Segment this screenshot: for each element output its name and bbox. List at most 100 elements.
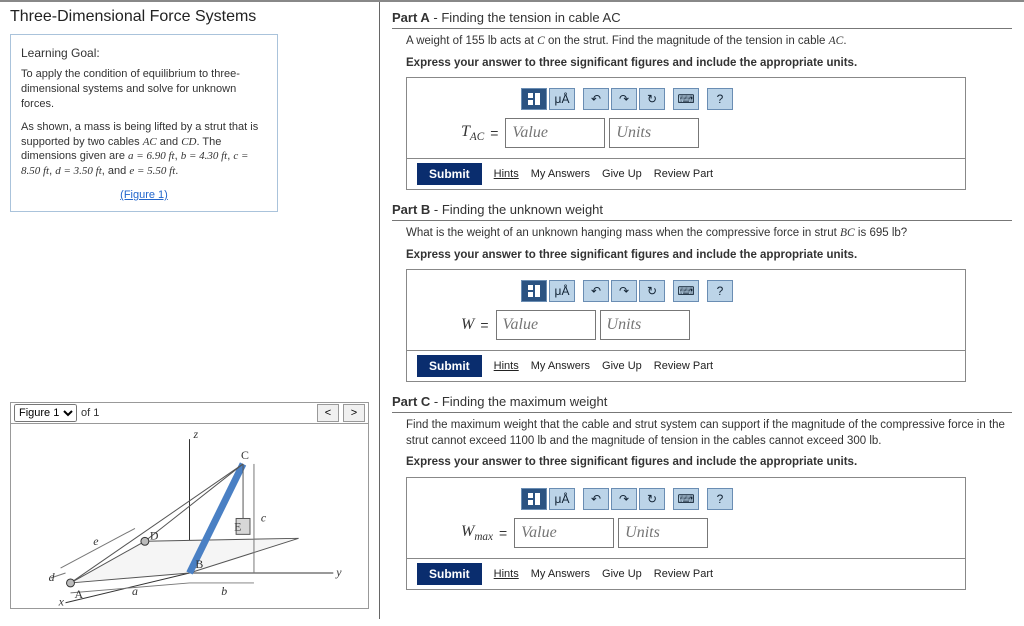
svg-text:B: B: [195, 557, 203, 571]
redo-icon[interactable]: ↷: [611, 88, 637, 110]
part-c-review-link[interactable]: Review Part: [654, 568, 713, 580]
part-b-instruction: Express your answer to three significant…: [406, 248, 1012, 264]
part-a-instruction: Express your answer to three significant…: [406, 56, 1012, 72]
part-c-text1: Find the maximum weight that the cable a…: [406, 418, 1012, 449]
learning-goal-p2: As shown, a mass is being lifted by a st…: [21, 120, 267, 179]
svg-text:E: E: [234, 519, 241, 533]
undo-icon[interactable]: ↶: [583, 280, 609, 302]
part-c-hints-link[interactable]: Hints: [494, 568, 519, 580]
template-icon[interactable]: [521, 280, 547, 302]
part-c-toolbar: μÅ ↶ ↷ ↻ ⌨ ?: [521, 488, 951, 510]
help-icon[interactable]: ?: [707, 488, 733, 510]
part-c-header: Part C - Finding the maximum weight: [392, 390, 1012, 413]
part-c-value-input[interactable]: [514, 518, 614, 548]
equals-sign: =: [499, 525, 507, 541]
part-b-answer-box: μÅ ↶ ↷ ↻ ⌨ ? W = Submit Hints My Answers: [406, 269, 966, 382]
figure-count-label: of 1: [81, 407, 99, 419]
keyboard-icon[interactable]: ⌨: [673, 280, 699, 302]
keyboard-icon[interactable]: ⌨: [673, 88, 699, 110]
part-c-input-row: Wmax =: [461, 518, 951, 548]
equals-sign: =: [480, 317, 488, 333]
reset-icon[interactable]: ↻: [639, 280, 665, 302]
part-b-toolbar: μÅ ↶ ↷ ↻ ⌨ ?: [521, 280, 951, 302]
part-a-value-input[interactable]: [505, 118, 605, 148]
help-icon[interactable]: ?: [707, 280, 733, 302]
figure-svg: z y x A B C D E a b c d e: [11, 424, 368, 608]
right-column: Part A - Finding the tension in cable AC…: [380, 2, 1024, 619]
part-b-value-input[interactable]: [496, 310, 596, 340]
svg-text:D: D: [150, 528, 159, 542]
part-b-giveup-link[interactable]: Give Up: [602, 360, 642, 372]
keyboard-icon[interactable]: ⌨: [673, 488, 699, 510]
part-a-input-row: TAC =: [461, 118, 951, 148]
template-icon[interactable]: [521, 488, 547, 510]
learning-goal-p1: To apply the condition of equilibrium to…: [21, 67, 267, 112]
reset-icon[interactable]: ↻: [639, 488, 665, 510]
part-a-variable: TAC: [461, 123, 484, 143]
part-c-submit-button[interactable]: Submit: [417, 563, 482, 585]
part-c-myanswers-link[interactable]: My Answers: [531, 568, 590, 580]
part-a-submit-button[interactable]: Submit: [417, 163, 482, 185]
part-c-instruction: Express your answer to three significant…: [406, 455, 1012, 471]
learning-goal-box: Learning Goal: To apply the condition of…: [10, 34, 278, 212]
part-b-input-row: W =: [461, 310, 951, 340]
reset-icon[interactable]: ↻: [639, 88, 665, 110]
part-a-text1: A weight of 155 lb acts at C on the stru…: [406, 34, 1012, 50]
part-b-myanswers-link[interactable]: My Answers: [531, 360, 590, 372]
units-icon[interactable]: μÅ: [549, 88, 575, 110]
equals-sign: =: [490, 125, 498, 141]
part-c-variable: Wmax: [461, 523, 493, 543]
part-b-units-input[interactable]: [600, 310, 690, 340]
part-b-body: What is the weight of an unknown hanging…: [392, 226, 1012, 382]
undo-icon[interactable]: ↶: [583, 488, 609, 510]
svg-text:C: C: [241, 448, 249, 462]
part-c-giveup-link[interactable]: Give Up: [602, 568, 642, 580]
units-icon[interactable]: μÅ: [549, 488, 575, 510]
page-title: Three-Dimensional Force Systems: [10, 8, 369, 26]
svg-text:c: c: [261, 511, 267, 525]
part-a-hints-link[interactable]: Hints: [494, 168, 519, 180]
part-a-review-link[interactable]: Review Part: [654, 168, 713, 180]
svg-text:a: a: [132, 584, 138, 598]
part-a-units-input[interactable]: [609, 118, 699, 148]
figure-prev-button[interactable]: <: [317, 404, 339, 422]
part-b-hints-link[interactable]: Hints: [494, 360, 519, 372]
redo-icon[interactable]: ↷: [611, 280, 637, 302]
part-a-answer-box: μÅ ↶ ↷ ↻ ⌨ ? TAC = Submit Hints My Answe…: [406, 77, 966, 190]
part-a-giveup-link[interactable]: Give Up: [602, 168, 642, 180]
svg-text:z: z: [192, 427, 198, 441]
svg-text:A: A: [74, 587, 83, 601]
figure-next-button[interactable]: >: [343, 404, 365, 422]
part-b-review-link[interactable]: Review Part: [654, 360, 713, 372]
part-b-variable: W: [461, 316, 474, 334]
svg-text:x: x: [58, 595, 65, 608]
part-c-body: Find the maximum weight that the cable a…: [392, 418, 1012, 590]
left-column: Three-Dimensional Force Systems Learning…: [0, 2, 380, 619]
part-b-text1: What is the weight of an unknown hanging…: [406, 226, 1012, 242]
template-icon[interactable]: [521, 88, 547, 110]
part-b-header: Part B - Finding the unknown weight: [392, 198, 1012, 221]
svg-text:e: e: [93, 534, 99, 548]
svg-text:d: d: [49, 570, 55, 584]
svg-text:y: y: [335, 565, 342, 579]
help-icon[interactable]: ?: [707, 88, 733, 110]
part-a-body: A weight of 155 lb acts at C on the stru…: [392, 34, 1012, 190]
part-b-actions: Submit Hints My Answers Give Up Review P…: [407, 350, 965, 381]
figure-link[interactable]: (Figure 1): [120, 189, 168, 201]
part-c-actions: Submit Hints My Answers Give Up Review P…: [407, 558, 965, 589]
redo-icon[interactable]: ↷: [611, 488, 637, 510]
part-b-submit-button[interactable]: Submit: [417, 355, 482, 377]
part-a-toolbar: μÅ ↶ ↷ ↻ ⌨ ?: [521, 88, 951, 110]
figure-panel: z y x A B C D E a b c d e: [10, 424, 369, 609]
part-a-myanswers-link[interactable]: My Answers: [531, 168, 590, 180]
part-a-actions: Submit Hints My Answers Give Up Review P…: [407, 158, 965, 189]
part-c-answer-box: μÅ ↶ ↷ ↻ ⌨ ? Wmax = Submit Hints My Answ…: [406, 477, 966, 590]
part-a-header: Part A - Finding the tension in cable AC: [392, 6, 1012, 29]
part-c-units-input[interactable]: [618, 518, 708, 548]
figure-toolbar: Figure 1 of 1 < >: [10, 402, 369, 424]
learning-goal-heading: Learning Goal:: [21, 45, 267, 61]
undo-icon[interactable]: ↶: [583, 88, 609, 110]
units-icon[interactable]: μÅ: [549, 280, 575, 302]
figure-select[interactable]: Figure 1: [14, 404, 77, 422]
svg-text:b: b: [221, 584, 227, 598]
